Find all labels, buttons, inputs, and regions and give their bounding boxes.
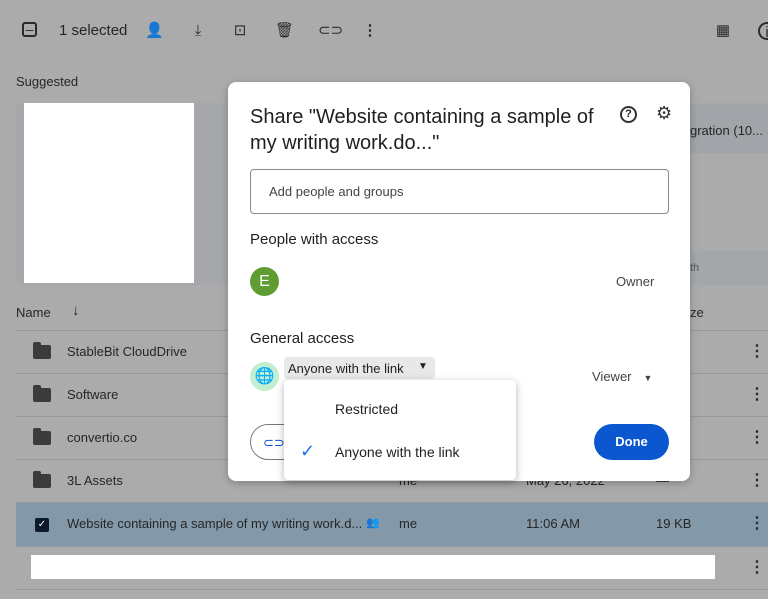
link-icon[interactable]: ⊂⊃ [318,22,343,40]
access-menu: Restricted ✓ Anyone with the link [284,380,516,480]
menu-item-restricted[interactable]: Restricted [284,388,516,428]
file-size: 19 KB [656,516,692,531]
move-icon[interactable]: ⊡ [231,22,249,40]
access-dropdown[interactable]: Anyone with the link ▼ [284,357,435,379]
suggested-heading: Suggested [16,74,79,89]
trash-icon[interactable]: 🗑 [275,22,294,40]
menu-item-label: Anyone with the link [335,444,460,460]
more-icon[interactable]: ⋮ [749,341,765,361]
checkbox-checked[interactable]: ✓ [35,518,49,532]
name-column-header[interactable]: Name [16,305,51,320]
share-icon[interactable]: 👤 [145,22,164,40]
settings-icon[interactable]: ⚙ [656,103,672,124]
menu-item-anyone[interactable]: ✓ Anyone with the link [284,431,516,471]
help-icon[interactable]: ? [620,106,637,123]
suggested-thumbnail[interactable] [24,103,194,283]
access-value: Anyone with the link [288,361,404,376]
folder-icon [33,428,51,445]
folder-icon [33,471,51,488]
size-column-header[interactable]: ze [690,305,704,320]
file-row[interactable]: ⋮ [16,547,768,590]
file-name: StableBit CloudDrive [67,344,187,359]
link-icon: ⊂⊃ [263,435,285,450]
dialog-title: Share "Website containing a sample of my… [250,106,594,154]
download-icon[interactable]: ⤓ [189,22,207,40]
suggested-card-footer: th [690,262,700,274]
globe-icon: 🌐 [250,362,279,391]
more-icon[interactable]: ⋮ [361,22,379,40]
general-access-heading: General access [250,330,355,347]
more-icon[interactable]: ⋮ [749,427,765,447]
deselect-icon[interactable]: – [22,22,37,37]
more-icon[interactable]: ⋮ [749,513,765,533]
file-modified: 11:06 AM [526,516,580,531]
people-heading: People with access [250,231,379,248]
file-row-selected[interactable]: ✓ Website containing a sample of my writ… [16,503,768,547]
redacted-row [31,555,715,579]
role-dropdown[interactable]: Viewer ▼ [592,369,652,384]
file-name: Software [67,387,119,402]
caret-down-icon: ▼ [418,361,428,372]
file-owner: me [399,516,418,531]
more-icon[interactable]: ⋮ [749,557,765,577]
add-people-input[interactable]: Add people and groups [250,169,669,214]
owner-role: Owner [616,274,655,289]
folder-icon [33,342,51,359]
folder-icon [33,385,51,402]
caret-down-icon: ▼ [643,373,653,383]
role-value: Viewer [592,369,632,384]
grid-view-icon[interactable]: ▦ [714,22,732,40]
info-icon[interactable]: i [758,22,768,41]
menu-item-label: Restricted [335,401,399,417]
file-name: Website containing a sample of my writin… [67,516,363,531]
sort-arrow-icon[interactable]: ↓ [72,302,80,319]
more-icon[interactable]: ⋮ [749,384,765,404]
file-name: convertio.co [67,430,138,445]
shared-icon: 👥 [366,517,380,529]
done-button[interactable]: Done [594,424,669,460]
check-icon: ✓ [300,441,316,461]
suggested-card-title[interactable]: gration (10... [690,123,763,138]
add-people-placeholder: Add people and groups [269,184,404,199]
file-name: 3L Assets [67,473,123,488]
owner-avatar: E [250,267,279,296]
selected-count: 1 selected [59,22,128,39]
more-icon[interactable]: ⋮ [749,470,765,490]
